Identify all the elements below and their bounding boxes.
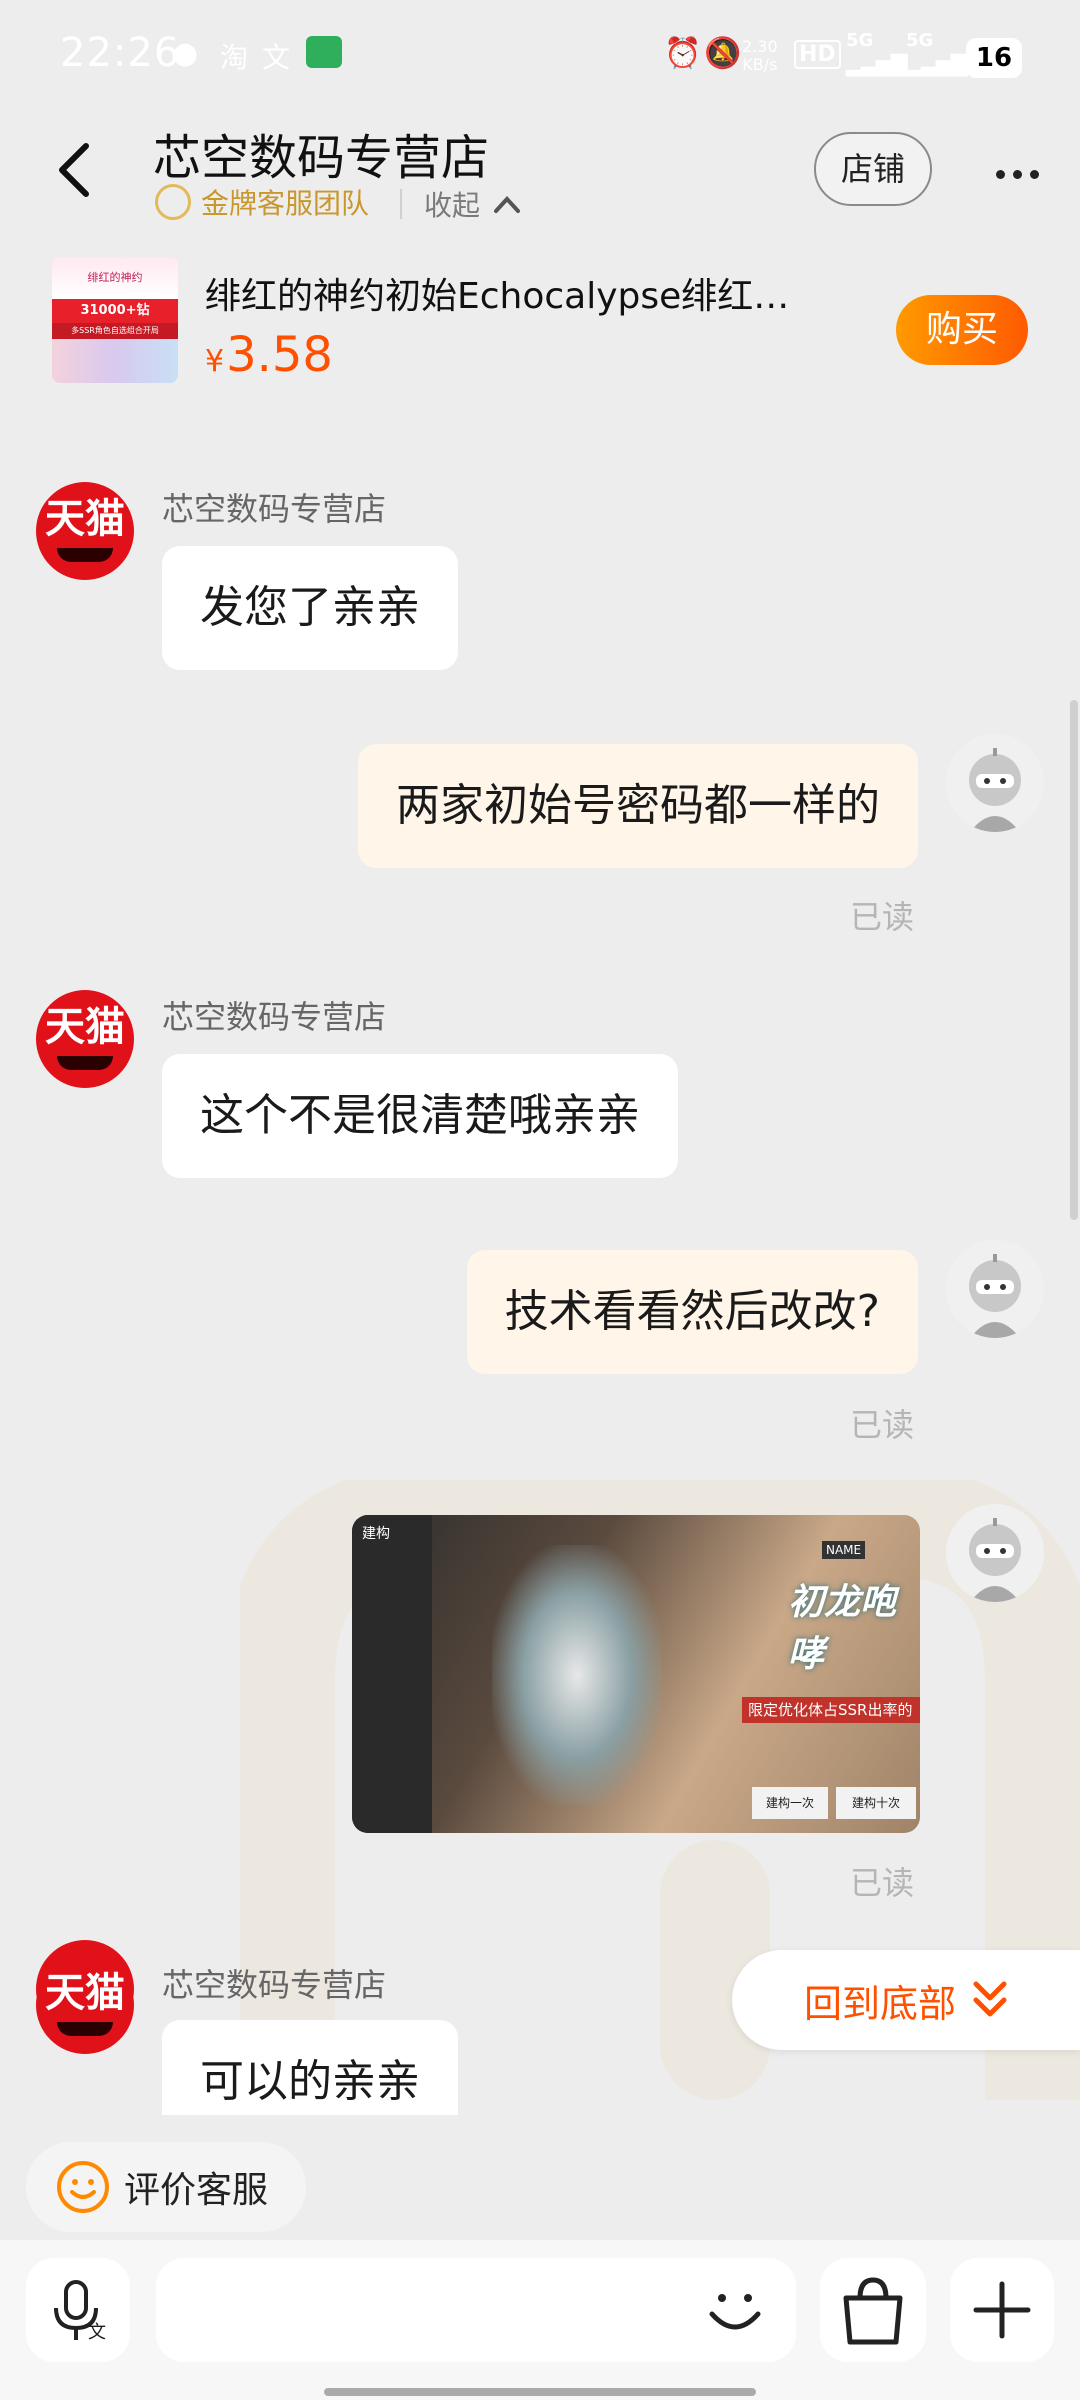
user-avatar-icon xyxy=(946,734,1044,832)
game-name-tag: NAME xyxy=(822,1541,866,1559)
message-bubble-left[interactable]: 发您了亲亲 xyxy=(162,546,458,670)
divider xyxy=(400,189,402,219)
user-avatar-icon xyxy=(946,1504,1044,1602)
net-speed: 2.30 KB/s xyxy=(742,38,778,74)
game-notice: 限定优化体占SSR出率的 xyxy=(742,1697,920,1723)
sender-name: 芯空数码专营店 xyxy=(162,1966,387,2004)
game-banner-title: 初龙咆哮 xyxy=(788,1582,897,1675)
buy-button[interactable]: 购买 xyxy=(896,295,1028,365)
taobao-notification-icon: 淘 xyxy=(220,41,249,74)
thumb-ssr: 多SSR角色自选组合开局 xyxy=(52,323,178,339)
user-avatar[interactable] xyxy=(946,1504,1044,1602)
collapse-toggle[interactable]: 收起 xyxy=(400,184,522,224)
game-top-label: 建构 xyxy=(362,1526,390,1542)
read-status: 已读 xyxy=(850,1864,915,1902)
message-bubble-right[interactable]: 技术看看然后改改? xyxy=(466,1250,918,1374)
sender-name: 芯空数码专营店 xyxy=(162,998,387,1036)
voice-icon xyxy=(54,2280,98,2340)
shop-avatar[interactable]: 天猫 xyxy=(36,1956,134,2054)
voice-sub-label: 文 xyxy=(88,2322,106,2343)
tmall-logo-text: 天猫 xyxy=(45,496,125,542)
user-avatar-icon xyxy=(946,1240,1044,1338)
thumb-title: 绯红的神约 xyxy=(52,257,178,299)
price-currency: ¥ xyxy=(205,344,225,379)
hd-icon: HD xyxy=(794,40,841,69)
page-title: 芯空数码专营店 xyxy=(153,130,490,186)
thumb-characters xyxy=(52,339,178,383)
emoji-icon[interactable] xyxy=(700,2274,770,2344)
back-icon[interactable] xyxy=(52,140,98,200)
message-bubble-left[interactable]: 这个不是很清楚哦亲亲 xyxy=(162,1054,678,1178)
back-to-bottom-label: 回到底部 xyxy=(804,1981,957,2026)
game-build-ten: 建构十次 xyxy=(836,1787,916,1819)
status-bar: 22:26 ● 淘 文 ⏰ 🔕 2.30 KB/s HD 5G ▂▃▅▇ 5G … xyxy=(0,0,1080,110)
team-badge: 金牌客服团队 xyxy=(155,182,369,222)
message-notification-icon: ● xyxy=(172,36,199,71)
clock: 22:26 xyxy=(60,30,181,76)
wenzhang-notification-icon: 文 xyxy=(262,41,291,74)
message-bubble-left[interactable]: 可以的亲亲 xyxy=(162,2020,458,2115)
signal-label-2: 5G xyxy=(906,30,934,51)
scrollbar[interactable] xyxy=(1070,700,1078,1220)
signal-bars-2-icon: ▂▃▅▇ xyxy=(906,52,968,77)
product-price: ¥ 3.58 xyxy=(205,327,333,383)
battery-indicator: 16 xyxy=(966,38,1022,78)
alarm-icon: ⏰ xyxy=(664,36,702,71)
net-speed-unit: KB/s xyxy=(742,55,778,74)
signal-label-1: 5G xyxy=(846,30,874,51)
game-side-menu xyxy=(352,1515,432,1833)
mute-icon: 🔕 xyxy=(704,36,742,71)
shopping-bag-button[interactable] xyxy=(820,2258,926,2362)
store-button[interactable]: 店铺 xyxy=(814,132,932,206)
user-avatar[interactable] xyxy=(946,734,1044,832)
plus-button[interactable] xyxy=(950,2258,1054,2362)
message-bubble-clip: 可以的亲亲 xyxy=(162,2020,458,2115)
rate-service-button[interactable]: 评价客服 xyxy=(26,2142,306,2232)
more-icon[interactable] xyxy=(996,164,1047,183)
product-card[interactable]: 绯红的神约 31000+钻 多SSR角色自选组合开局 绯红的神约初始Echoca… xyxy=(0,255,1080,385)
plus-icon xyxy=(973,2281,1031,2339)
product-thumbnail[interactable]: 绯红的神约 31000+钻 多SSR角色自选组合开局 xyxy=(52,257,178,383)
sender-name: 芯空数码专营店 xyxy=(162,490,387,528)
smile-icon xyxy=(57,2161,109,2213)
signal-bars-1-icon: ▂▃▅▇ xyxy=(846,52,908,77)
shop-avatar[interactable]: 天猫 xyxy=(36,482,134,580)
collapse-label: 收起 xyxy=(424,189,481,222)
user-avatar[interactable] xyxy=(946,1240,1044,1338)
product-title[interactable]: 绯红的神约初始Echocalypse绯红… xyxy=(205,267,865,319)
back-to-bottom-button[interactable]: 回到底部 xyxy=(732,1950,1080,2050)
shop-avatar[interactable]: 天猫 xyxy=(36,990,134,1088)
thumb-diamond: 31000+钻 xyxy=(52,299,178,323)
voice-button[interactable]: 文 xyxy=(26,2258,130,2362)
game-character xyxy=(492,1545,662,1805)
tmall-logo-text: 天猫 xyxy=(45,1970,125,2016)
message-bubble-right[interactable]: 两家初始号密码都一样的 xyxy=(358,744,918,868)
team-label: 金牌客服团队 xyxy=(201,187,370,220)
price-value: 3.58 xyxy=(226,327,333,383)
game-build-once: 建构一次 xyxy=(752,1787,828,1819)
smile-icon xyxy=(155,184,191,220)
read-status: 已读 xyxy=(850,1406,915,1444)
tmall-logo-text: 天猫 xyxy=(45,1004,125,1050)
app-notification-icon xyxy=(306,36,342,68)
input-bar: 文 xyxy=(0,2240,1080,2400)
image-message[interactable]: 建构 NAME 初龙咆哮 限定优化体占SSR出率的 建构一次 建构十次 xyxy=(352,1515,920,1833)
chevron-up-icon xyxy=(494,196,521,213)
home-indicator[interactable] xyxy=(324,2388,756,2396)
chat-header: 芯空数码专营店 金牌客服团队 收起 店铺 xyxy=(0,110,1080,260)
chevron-double-down-icon xyxy=(973,1981,1007,2017)
net-speed-value: 2.30 xyxy=(742,37,778,56)
rate-service-label: 评价客服 xyxy=(124,2170,269,2211)
read-status: 已读 xyxy=(850,898,915,936)
shopping-bag-icon xyxy=(843,2277,903,2345)
